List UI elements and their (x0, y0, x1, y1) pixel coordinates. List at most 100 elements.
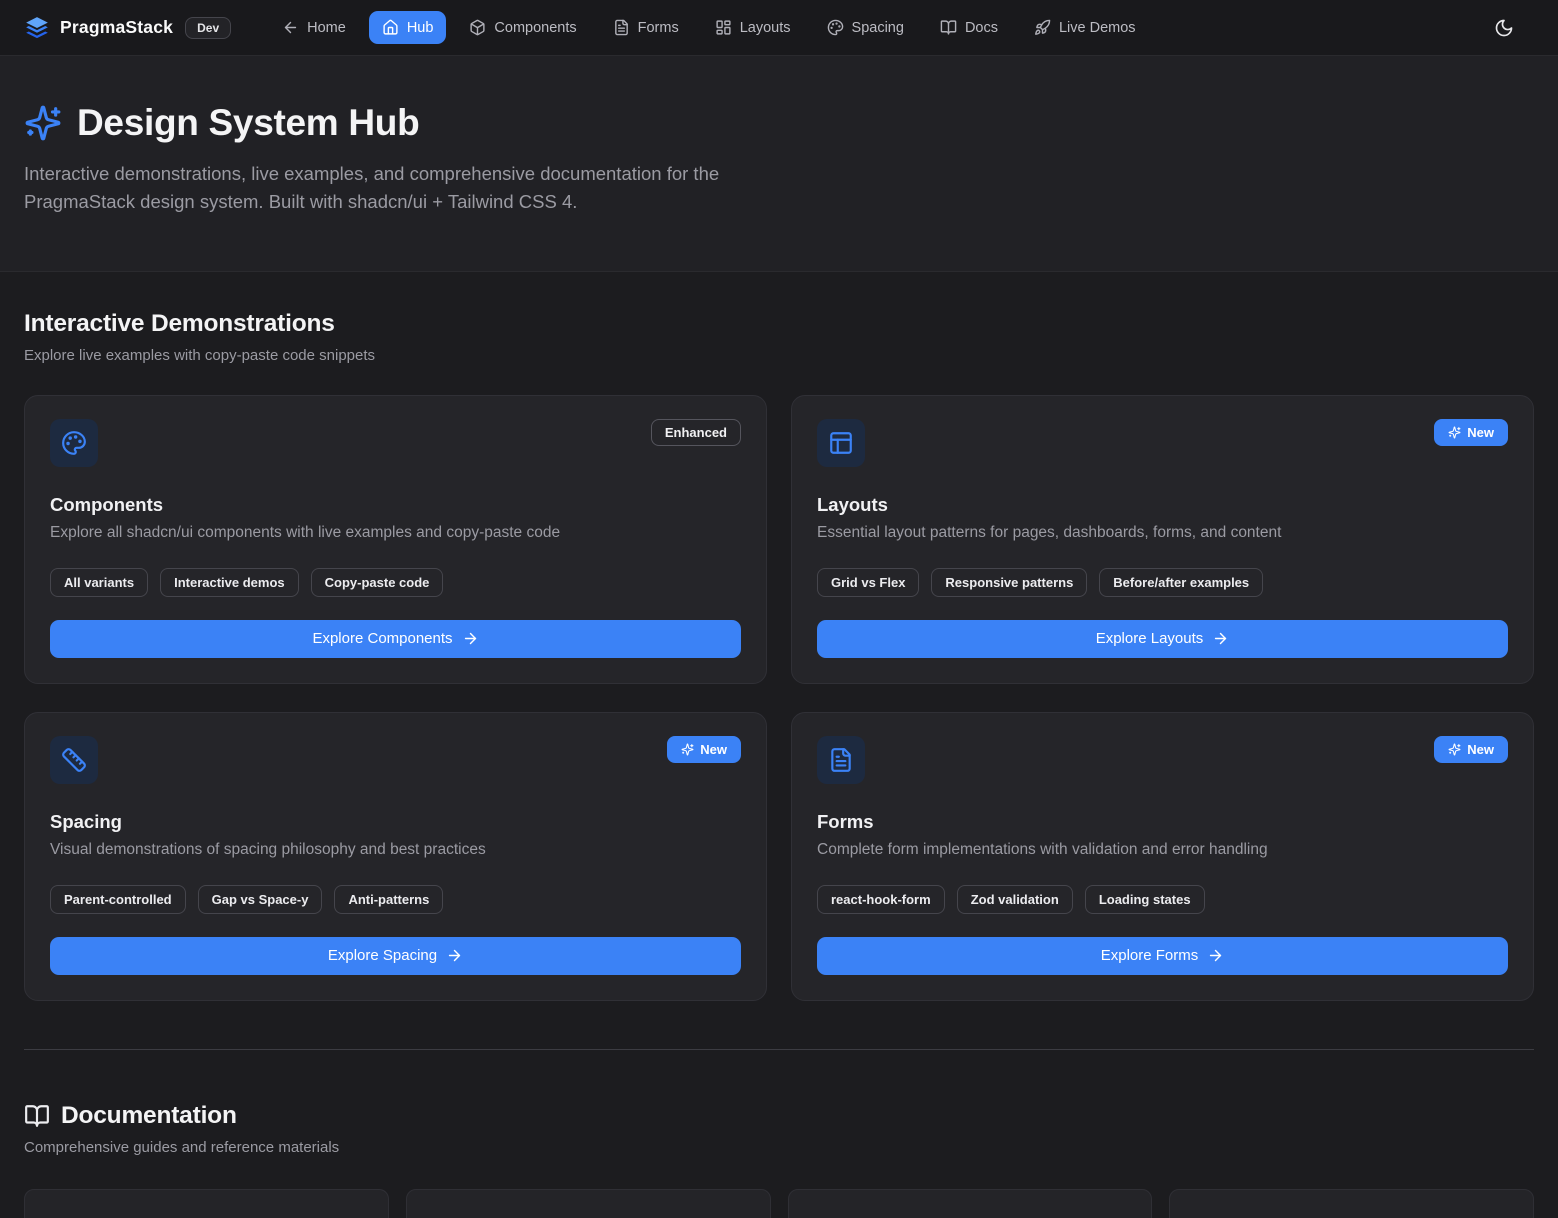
arrow-left-icon (282, 19, 299, 36)
nav-item-live-demos[interactable]: Live Demos (1021, 11, 1149, 44)
package-icon (469, 19, 486, 36)
new-badge: New (1434, 419, 1508, 446)
explore-spacing-button[interactable]: Explore Spacing (50, 937, 741, 975)
arrow-right-icon (446, 947, 463, 964)
badge-label: Enhanced (665, 425, 727, 440)
new-badge: New (1434, 736, 1508, 763)
tag-row: All variants Interactive demos Copy-past… (50, 568, 741, 597)
demos-section-subtitle: Explore live examples with copy-paste co… (24, 347, 1534, 364)
tag-row: Parent-controlled Gap vs Space-y Anti-pa… (50, 885, 741, 914)
docs-section-subtitle: Comprehensive guides and reference mater… (24, 1139, 1534, 1156)
card-title: Spacing (50, 811, 741, 833)
tag: Parent-controlled (50, 885, 186, 914)
demos-section: Interactive Demonstrations Explore live … (24, 272, 1534, 1001)
demo-card-layouts: New Layouts Essential layout patterns fo… (791, 395, 1534, 684)
demo-card-spacing: New Spacing Visual demonstrations of spa… (24, 712, 767, 1001)
brand-logo-link[interactable]: PragmaStack (24, 15, 173, 41)
nav-item-hub[interactable]: Hub (369, 11, 447, 44)
page-subtitle: Interactive demonstrations, live example… (24, 160, 769, 217)
nav-item-forms[interactable]: Forms (600, 11, 692, 44)
card-description: Visual demonstrations of spacing philoso… (50, 841, 741, 859)
brand-name: PragmaStack (60, 17, 173, 38)
explore-components-button[interactable]: Explore Components (50, 620, 741, 658)
enhanced-badge: Enhanced (651, 419, 741, 446)
nav-item-components[interactable]: Components (456, 11, 589, 44)
home-icon (382, 19, 399, 36)
main-content: Interactive Demonstrations Explore live … (0, 272, 1558, 1218)
layers-logo-icon (24, 15, 50, 41)
sparkles-icon (1448, 743, 1461, 756)
tag: Zod validation (957, 885, 1073, 914)
tag-row: Grid vs Flex Responsive patterns Before/… (817, 568, 1508, 597)
book-open-icon (24, 1103, 50, 1129)
tag-row: react-hook-form Zod validation Loading s… (817, 885, 1508, 914)
doc-card-quick-start[interactable]: Quick Start 5-minute crash course (24, 1189, 389, 1218)
docs-section: Documentation Comprehensive guides and r… (24, 1050, 1534, 1218)
arrow-right-icon (1207, 947, 1224, 964)
doc-card-ai-guidelines[interactable]: AI Guidelines Rules for AI code generati… (788, 1189, 1153, 1218)
tag: Anti-patterns (334, 885, 443, 914)
demo-card-grid: Enhanced Components Explore all shadcn/u… (24, 395, 1534, 1001)
nav-label: Live Demos (1059, 20, 1136, 36)
file-text-icon (817, 736, 865, 784)
book-open-icon (940, 19, 957, 36)
tag: react-hook-form (817, 885, 945, 914)
nav-item-layouts[interactable]: Layouts (702, 11, 804, 44)
docs-section-title: Documentation (61, 1102, 237, 1130)
file-text-icon (613, 19, 630, 36)
nav-label: Components (494, 20, 576, 36)
layout-dashboard-icon (715, 19, 732, 36)
tag: All variants (50, 568, 148, 597)
badge-label: New (1467, 425, 1494, 440)
demo-card-forms: New Forms Complete form implementations … (791, 712, 1534, 1001)
demos-section-title: Interactive Demonstrations (24, 310, 1534, 338)
card-description: Explore all shadcn/ui components with li… (50, 524, 741, 542)
doc-card-quick-reference[interactable]: Quick Reference Cheat sheet for lookups (1169, 1189, 1534, 1218)
env-badge: Dev (185, 17, 231, 39)
explore-layouts-button[interactable]: Explore Layouts (817, 620, 1508, 658)
nav-label: Layouts (740, 20, 791, 36)
tag: Gap vs Space-y (198, 885, 323, 914)
arrow-right-icon (1212, 630, 1229, 647)
nav-label: Hub (407, 20, 434, 36)
badge-label: New (700, 742, 727, 757)
card-title: Forms (817, 811, 1508, 833)
tag: Loading states (1085, 885, 1205, 914)
nav-label: Spacing (852, 20, 904, 36)
nav-item-home-back[interactable]: Home (269, 11, 359, 44)
sparkles-icon (681, 743, 694, 756)
ruler-icon (50, 736, 98, 784)
main-nav: Home Hub Components Forms Layouts Spacin… (269, 11, 1148, 44)
rocket-icon (1034, 19, 1051, 36)
theme-toggle-button[interactable] (1486, 10, 1522, 46)
card-description: Complete form implementations with valid… (817, 841, 1508, 859)
badge-label: New (1467, 742, 1494, 757)
doc-card-complete-documentation[interactable]: Complete Documentation Full design syste… (406, 1189, 771, 1218)
nav-label: Forms (638, 20, 679, 36)
hero-section: Design System Hub Interactive demonstrat… (0, 56, 1558, 272)
card-title: Components (50, 494, 741, 516)
tag: Responsive patterns (931, 568, 1087, 597)
nav-label: Docs (965, 20, 998, 36)
palette-icon (827, 19, 844, 36)
nav-label: Home (307, 20, 346, 36)
sparkles-icon (1448, 426, 1461, 439)
button-label: Explore Layouts (1096, 630, 1204, 647)
card-title: Layouts (817, 494, 1508, 516)
explore-forms-button[interactable]: Explore Forms (817, 937, 1508, 975)
page-title: Design System Hub (77, 102, 419, 144)
tag: Interactive demos (160, 568, 299, 597)
demo-card-components: Enhanced Components Explore all shadcn/u… (24, 395, 767, 684)
palette-icon (50, 419, 98, 467)
tag: Copy-paste code (311, 568, 444, 597)
sparkles-icon (24, 104, 62, 142)
button-label: Explore Components (312, 630, 452, 647)
top-navbar: PragmaStack Dev Home Hub Components Form… (0, 0, 1558, 56)
docs-card-grid: Quick Start 5-minute crash course Comple… (24, 1189, 1534, 1218)
arrow-right-icon (462, 630, 479, 647)
button-label: Explore Forms (1101, 947, 1199, 964)
card-description: Essential layout patterns for pages, das… (817, 524, 1508, 542)
nav-item-spacing[interactable]: Spacing (814, 11, 917, 44)
tag: Before/after examples (1099, 568, 1263, 597)
nav-item-docs[interactable]: Docs (927, 11, 1011, 44)
